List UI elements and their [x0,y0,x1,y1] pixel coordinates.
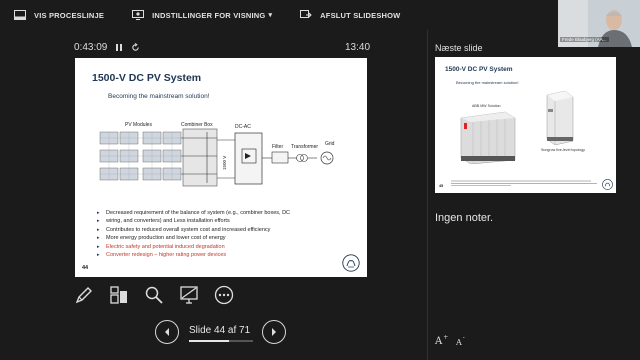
grid-label: Grid [325,141,335,147]
black-screen-button[interactable] [177,283,201,307]
next-slide-logo-icon [602,179,613,190]
chevron-down-icon: ▾ [268,12,273,19]
next-slide-number: 45 [439,184,444,188]
show-taskbar-button[interactable]: VIS PROCESLINJE [14,0,104,30]
slide-number: 44 [82,265,89,271]
see-all-slides-button[interactable] [107,283,131,307]
next-slide-title: 1500-V DC PV System [445,66,513,73]
font-decrease-sign: - [462,334,465,341]
zoom-slide-button[interactable] [142,283,166,307]
restart-timer-button[interactable] [128,40,142,54]
elapsed-timer: 0:43:09 [74,42,108,53]
slide-title: 1500-V DC PV System [92,72,202,84]
taskbar-icon [14,10,26,20]
display-settings-label: INDSTILLINGER FOR VISNING [152,10,266,20]
current-slide[interactable]: 1500-V DC PV System Becoming the mainstr… [75,58,367,277]
panel-divider[interactable] [427,30,428,360]
next-slide-subtitle: Becoming the mainstream solution! [456,80,519,85]
combiner-box [182,128,218,187]
participant-name: Frede Blaabjerg (AA... [560,37,609,42]
filter-label: Filter [272,144,283,150]
more-options-icon [214,285,234,305]
slide-progress-fill [189,340,229,342]
slide-subtitle: Becoming the mainstream solution! [108,93,210,100]
slide-bullet-list: Decreased requirement of the balance of … [97,209,359,260]
increase-notes-font-button[interactable]: A + [435,334,449,347]
slide-counter[interactable]: Slide 44 af 71 [189,325,250,336]
clock: 13:40 [345,42,371,53]
abb-inverter-image [460,111,516,164]
next-slide-caption-right: Sungrow five-level topology [541,148,585,152]
webcam-video: Frede Blaabjerg (AA... [558,0,640,47]
font-increase-sign: + [443,334,449,341]
end-slideshow-button[interactable]: AFSLUT SLIDESHOW [300,0,400,30]
slide-progress-bar [189,340,253,342]
bullet-item-continuation: wiring, and converters) and Less install… [97,217,359,226]
font-increase-glyph: A [435,336,443,347]
end-slideshow-label: AFSLUT SLIDESHOW [320,10,401,20]
university-logo-icon [342,254,360,272]
display-settings-icon [132,10,145,20]
bullet-item: More energy production and lower cost of… [97,234,359,243]
sungrow-inverter-image [546,90,574,145]
bullet-item: Decreased requirement of the balance of … [97,209,359,218]
pv-system-diagram: PV Modules Combiner Box 1500 V DC-AC Fil… [99,122,335,187]
show-taskbar-label: VIS PROCESLINJE [34,10,105,20]
bullet-item-highlight: Converter redesign – higher rating power… [97,251,359,260]
speaker-notes[interactable]: Ingen noter. [435,212,493,224]
presenter-toolbar: VIS PROCESLINJE INDSTILLINGER FOR VISNIN… [0,0,640,30]
combiner-box-label: Combiner Box [181,122,213,128]
pen-icon [75,287,92,304]
slide-tools [72,283,247,307]
transformer-symbol [296,154,304,162]
more-options-button[interactable] [212,283,236,307]
inverter-block [234,132,263,185]
dc-ac-label: DC-AC [235,124,251,130]
magnifier-icon [145,286,163,304]
next-slide-button[interactable] [262,320,286,344]
end-slideshow-icon [300,10,312,18]
display-settings-button[interactable]: INDSTILLINGER FOR VISNING ▾ [132,0,272,30]
font-decrease-glyph: A [456,338,462,347]
pv-modules-label: PV Modules [125,122,152,128]
slides-grid-icon [110,286,127,304]
bullet-item: Contributes to reduced overall system co… [97,226,359,235]
bullet-item-highlight: Electric safety and potential induced de… [97,243,359,252]
chevron-left-icon [165,328,169,336]
pen-tool-button[interactable] [72,283,96,307]
decrease-notes-font-button[interactable]: A- [456,334,465,347]
transformer-label: Transformer [291,144,318,150]
next-slide-preview[interactable]: 1500-V DC PV System Becoming the mainstr… [435,57,616,193]
next-slide-label: Næste slide [435,43,483,53]
pause-timer-button[interactable] [112,40,126,54]
previous-slide-button[interactable] [155,320,179,344]
dc-voltage-label: 1500 V [222,156,227,170]
screen-black-icon [180,286,198,304]
next-slide-caption-left: ABB MW Solution [472,104,501,108]
pause-icon [116,43,122,51]
chevron-right-icon [272,328,276,336]
reference-text-lines [451,180,597,186]
restart-timer-icon [131,42,139,51]
pv-module-array [99,131,182,181]
filter-block [271,151,289,164]
